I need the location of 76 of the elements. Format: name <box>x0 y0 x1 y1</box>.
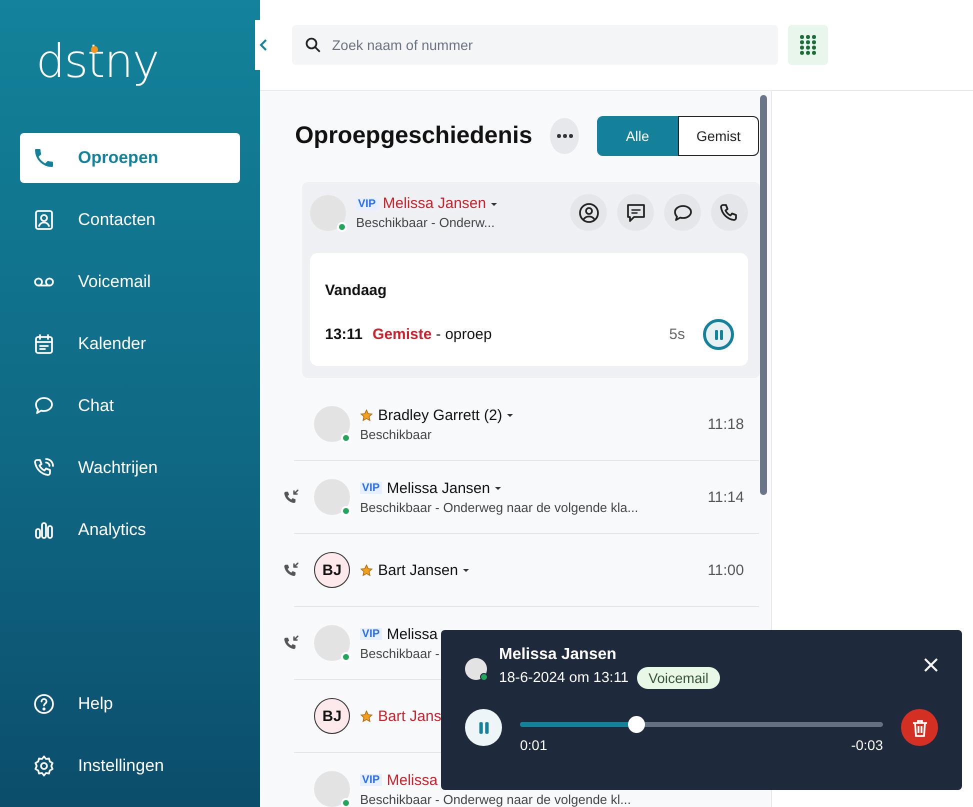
logo: dstny <box>36 36 159 86</box>
sms-button[interactable] <box>617 194 654 231</box>
contact-status: Beschikbaar - Onderw... <box>356 215 495 230</box>
delete-button[interactable] <box>901 709 938 746</box>
vip-label: VIP <box>360 482 382 494</box>
contact-name: Melissa <box>386 772 438 788</box>
day-heading: Vandaag <box>325 282 388 299</box>
contact-name: Bart Jansen <box>378 562 458 578</box>
voicemail-tag: Voicemail <box>636 667 720 689</box>
calendar-icon <box>32 332 56 356</box>
settings-icon <box>32 754 56 778</box>
contact-status: Beschikbaar - Onderweg naar de volgende kla... <box>360 500 638 514</box>
contact-name: Melissa Jansen <box>382 195 486 212</box>
page-title: Oproepgeschiedenis <box>295 122 532 150</box>
contact-name: Bradley Garrett (2) <box>378 406 502 424</box>
pause-button[interactable] <box>465 709 502 746</box>
caller-name: Melissa Jansen <box>499 646 618 664</box>
caret-icon[interactable] <box>507 413 514 417</box>
chevron-left-icon <box>258 38 268 52</box>
dialpad-button[interactable] <box>788 25 828 65</box>
vip-label: VIP <box>360 628 382 640</box>
close-button[interactable] <box>924 658 938 672</box>
avatar-photo <box>310 194 346 230</box>
call-duration: 5s <box>669 326 685 343</box>
nav-item[interactable]: Voicemail <box>20 257 240 307</box>
chat-button[interactable] <box>664 194 701 231</box>
caret-icon[interactable] <box>495 486 502 490</box>
call-time: 11:14 <box>708 488 744 506</box>
contact-button[interactable] <box>570 194 607 231</box>
call-time: 11:18 <box>708 416 744 432</box>
nav-item[interactable]: Help <box>20 679 240 729</box>
vip-label: VIP <box>360 774 382 786</box>
phone-icon <box>32 146 56 170</box>
call-time: 13:11 <box>325 326 363 343</box>
nav-item[interactable]: Kalender <box>20 319 240 369</box>
nav-item[interactable]: Instellingen <box>20 741 240 791</box>
contact-name: Melissa <box>386 626 438 642</box>
more-button[interactable] <box>550 118 579 154</box>
slider-thumb[interactable] <box>628 716 646 733</box>
contact-name: Bart Jans <box>378 708 442 724</box>
nav-item[interactable]: Oproepen <box>20 133 240 183</box>
contact-status: Beschikbaar - <box>360 646 440 660</box>
filter-tab[interactable]: Gemist <box>678 116 759 156</box>
call-time: 11:00 <box>708 562 744 578</box>
voicemail-date: 18-6-2024 om 13:11 <box>499 670 629 686</box>
contact-name: Melissa Jansen <box>386 480 490 496</box>
avatar-photo <box>314 406 350 442</box>
nav-item[interactable]: Chat <box>20 381 240 431</box>
caret-icon[interactable] <box>463 568 470 572</box>
contact-card-icon <box>32 208 56 232</box>
elapsed-time: 0:01 <box>520 737 548 753</box>
nav-item[interactable]: Wachtrijen <box>20 443 240 493</box>
call-result: Gemiste - oproep <box>372 326 492 343</box>
contact-status: Beschikbaar - Onderweg naar de volgende kl... <box>360 792 631 806</box>
avatar-initials: BJ <box>314 552 350 588</box>
avatar-photo <box>465 658 487 680</box>
call-button[interactable] <box>711 194 748 231</box>
contact-status: Beschikbaar <box>360 426 432 442</box>
filter-tab[interactable]: Alle <box>597 116 678 156</box>
playback-slider[interactable] <box>520 716 883 733</box>
nav-item[interactable]: Contacten <box>20 195 240 245</box>
help-icon <box>32 692 56 716</box>
nav-item[interactable]: Analytics <box>20 505 240 555</box>
avatar-initials: BJ <box>314 698 350 734</box>
scrollbar[interactable] <box>760 95 767 495</box>
avatar-photo <box>314 625 350 661</box>
remaining-time: -0:03 <box>851 737 883 753</box>
avatar-photo <box>314 479 350 515</box>
more-dots-icon <box>556 134 573 138</box>
caret-icon[interactable] <box>491 202 498 206</box>
trash-icon <box>912 718 928 736</box>
search-icon <box>304 36 322 54</box>
person-icon <box>576 200 600 224</box>
dialpad-icon <box>799 34 817 56</box>
vip-label: VIP <box>356 198 378 210</box>
search-field[interactable]: Zoek naam of nummer <box>292 25 778 65</box>
